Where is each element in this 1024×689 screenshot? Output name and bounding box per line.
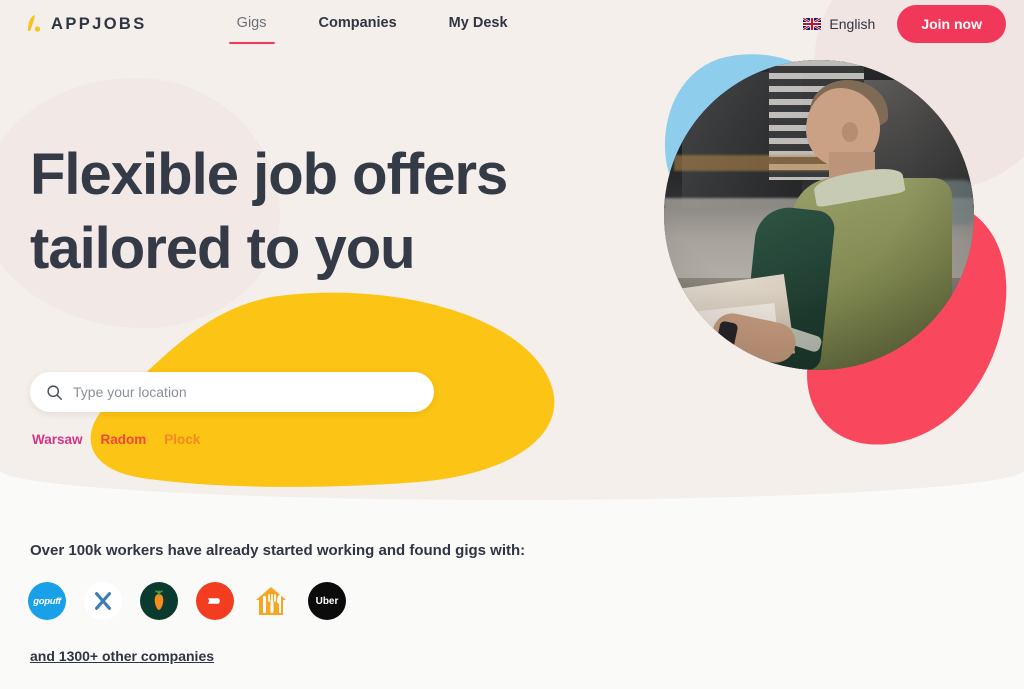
header-right: English Join now <box>803 5 1006 43</box>
house-cutlery-icon <box>256 587 286 615</box>
nav-item-my-desk[interactable]: My Desk <box>441 0 516 48</box>
nav-item-gigs-label: Gigs <box>236 15 267 31</box>
headline-line-2: tailored to you <box>30 216 416 282</box>
brand-logo-x-company[interactable] <box>84 582 122 620</box>
main-nav: Gigs Companies My Desk <box>228 0 516 48</box>
language-selector[interactable]: English <box>803 16 875 32</box>
city-link-warsaw[interactable]: Warsaw <box>32 432 83 447</box>
city-link-plock[interactable]: Plock <box>164 432 200 447</box>
search-icon <box>47 384 63 400</box>
appjobs-logo-icon <box>28 15 41 32</box>
brand-logo-uber-label: Uber <box>315 595 339 607</box>
language-label: English <box>829 16 876 32</box>
hero-content: Flexible job offers tailored to you <box>30 138 650 286</box>
partners-section: Over 100k workers have already started w… <box>0 500 1024 689</box>
search-input[interactable] <box>73 384 403 400</box>
city-link-radom[interactable]: Radom <box>101 432 147 447</box>
brand-logo-uber[interactable]: Uber <box>308 582 346 620</box>
brand-logo-gopuff-label: gopuff <box>33 595 61 607</box>
brand-logo-doordash[interactable] <box>196 582 234 620</box>
uk-flag-icon <box>803 18 822 30</box>
doordash-dash-icon <box>207 598 220 604</box>
location-search-box[interactable] <box>30 372 434 412</box>
brand-logo-gopuff[interactable]: gopuff <box>28 582 66 620</box>
city-links: Warsaw Radom Plock <box>32 432 434 447</box>
carrot-icon <box>154 590 164 610</box>
nav-item-gigs[interactable]: Gigs <box>228 0 275 48</box>
nav-item-companies[interactable]: Companies <box>311 0 405 48</box>
page-title: Flexible job offers tailored to you <box>30 138 650 286</box>
headline-line-1: Flexible job offers <box>30 142 508 207</box>
hero-photo <box>664 60 974 370</box>
brand-logo-instacart[interactable] <box>140 582 178 620</box>
x-mark-icon <box>95 592 111 610</box>
partners-title: Over 100k workers have already started w… <box>30 542 526 559</box>
brand-logo-just-eat[interactable] <box>252 582 290 620</box>
nav-item-companies-label: Companies <box>318 15 397 31</box>
nav-item-my-desk-label: My Desk <box>448 15 508 31</box>
site-header: APPJOBS Gigs Companies My Desk English J… <box>0 0 1024 48</box>
landing-page: APPJOBS Gigs Companies My Desk English J… <box>0 0 1024 689</box>
brand-logos: gopuff Uber <box>28 582 346 620</box>
logo[interactable]: APPJOBS <box>22 13 147 35</box>
more-companies-link[interactable]: and 1300+ other companies <box>30 648 214 664</box>
logo-text: APPJOBS <box>51 14 147 33</box>
search-section: Warsaw Radom Plock <box>30 372 434 447</box>
join-now-button[interactable]: Join now <box>897 5 1006 43</box>
